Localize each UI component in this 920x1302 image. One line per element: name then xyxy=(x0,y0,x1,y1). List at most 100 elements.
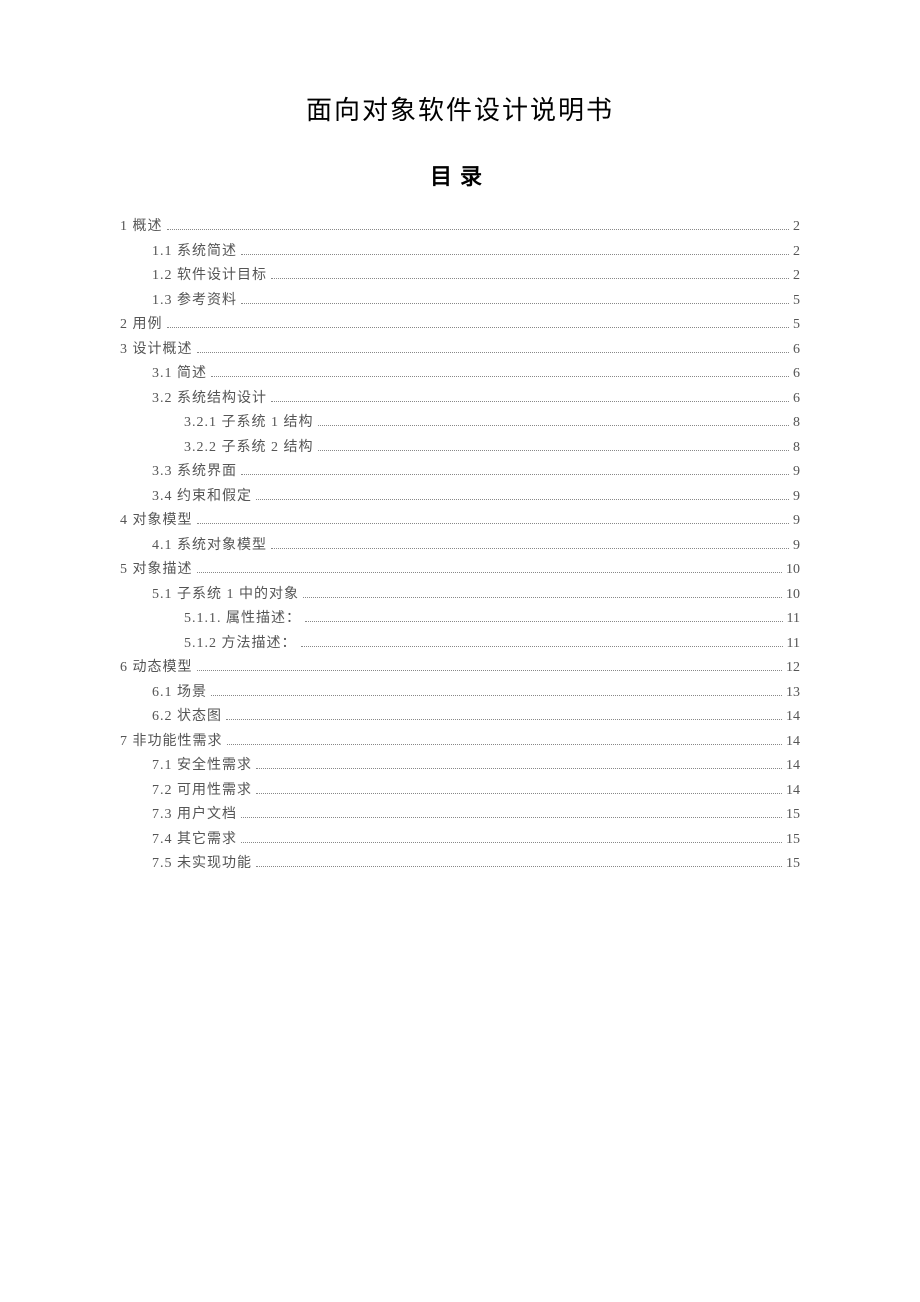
toc-entry[interactable]: 3.3 系统界面9 xyxy=(120,460,800,485)
toc-leader-dots xyxy=(256,768,782,769)
toc-entry-page: 6 xyxy=(793,362,800,387)
toc-leader-dots xyxy=(318,425,790,426)
toc-entry-page: 15 xyxy=(786,852,800,877)
toc-entry[interactable]: 5.1 子系统 1 中的对象 10 xyxy=(120,583,800,608)
toc-entry-page: 9 xyxy=(793,509,800,534)
toc-entry[interactable]: 7.5 未实现功能 15 xyxy=(120,852,800,877)
toc-entry-label: 2 用例 xyxy=(120,313,163,338)
toc-entry-label: 6 动态模型 xyxy=(120,656,193,681)
toc-entry-label: 7.4 其它需求 xyxy=(152,828,237,853)
toc-leader-dots xyxy=(211,695,782,696)
toc-entry-page: 10 xyxy=(786,583,800,608)
toc-entry[interactable]: 7 非功能性需求 14 xyxy=(120,730,800,755)
toc-entry[interactable]: 5 对象描述 10 xyxy=(120,558,800,583)
toc-entry[interactable]: 2 用例 5 xyxy=(120,313,800,338)
toc-entry-label: 1.2 软件设计目标 xyxy=(152,264,267,289)
toc-entry-label: 3.2 系统结构设计 xyxy=(152,387,267,412)
toc-entry[interactable]: 3.2 系统结构设计 6 xyxy=(120,387,800,412)
toc-leader-dots xyxy=(271,278,789,279)
toc-entry[interactable]: 4.1 系统对象模型 9 xyxy=(120,534,800,559)
toc-entry-label: 3.2.1 子系统 1 结构 xyxy=(184,411,314,436)
toc-entry[interactable]: 1 概述 2 xyxy=(120,215,800,240)
toc-entry[interactable]: 3.2.2 子系统 2 结构 8 xyxy=(120,436,800,461)
toc-heading: 目录 xyxy=(120,159,800,191)
toc-entry[interactable]: 5.1.1. 属性描述： 11 xyxy=(120,607,800,632)
toc-entry-page: 2 xyxy=(793,215,800,240)
toc-entry-page: 14 xyxy=(786,705,800,730)
toc-leader-dots xyxy=(211,376,789,377)
toc-entry-label: 5.1 子系统 1 中的对象 xyxy=(152,583,299,608)
toc-entry-page: 8 xyxy=(793,436,800,461)
toc-entry-label: 7.5 未实现功能 xyxy=(152,852,252,877)
toc-entry-label: 6.1 场景 xyxy=(152,681,207,706)
toc-entry-label: 3.2.2 子系统 2 结构 xyxy=(184,436,314,461)
toc-entry[interactable]: 1.2 软件设计目标 2 xyxy=(120,264,800,289)
toc-entry-page: 6 xyxy=(793,387,800,412)
toc-entry[interactable]: 6.2 状态图 14 xyxy=(120,705,800,730)
toc-entry-page: 9 xyxy=(793,460,800,485)
toc-entry-label: 7 非功能性需求 xyxy=(120,730,223,755)
toc-entry[interactable]: 6.1 场景 13 xyxy=(120,681,800,706)
toc-leader-dots xyxy=(301,646,783,647)
toc-entry-page: 6 xyxy=(793,338,800,363)
toc-entry[interactable]: 7.3 用户文档15 xyxy=(120,803,800,828)
toc-entry[interactable]: 5.1.2 方法描述：11 xyxy=(120,632,800,657)
toc-entry[interactable]: 7.4 其它需求 15 xyxy=(120,828,800,853)
toc-leader-dots xyxy=(197,352,790,353)
toc-entry-page: 12 xyxy=(786,656,800,681)
toc-entry-page: 13 xyxy=(786,681,800,706)
toc-entry-label: 3 设计概述 xyxy=(120,338,193,363)
toc-entry-label: 7.2 可用性需求 xyxy=(152,779,252,804)
toc-entry-page: 11 xyxy=(787,607,800,632)
toc-leader-dots xyxy=(197,572,783,573)
toc-leader-dots xyxy=(256,499,789,500)
toc-entry[interactable]: 6 动态模型 12 xyxy=(120,656,800,681)
toc-entry-page: 15 xyxy=(786,803,800,828)
toc-leader-dots xyxy=(241,842,782,843)
toc-leader-dots xyxy=(271,548,789,549)
toc-entry[interactable]: 7.2 可用性需求 14 xyxy=(120,779,800,804)
toc-entry[interactable]: 3.4 约束和假定9 xyxy=(120,485,800,510)
toc-leader-dots xyxy=(167,327,790,328)
toc-leader-dots xyxy=(241,303,789,304)
toc-entry-page: 11 xyxy=(787,632,800,657)
toc-leader-dots xyxy=(197,523,790,524)
toc-leader-dots xyxy=(256,866,782,867)
toc-leader-dots xyxy=(256,793,782,794)
toc-entry-page: 15 xyxy=(786,828,800,853)
toc-entry-label: 6.2 状态图 xyxy=(152,705,222,730)
toc-entry[interactable]: 3.2.1 子系统 1 结构8 xyxy=(120,411,800,436)
toc-entry-page: 14 xyxy=(786,754,800,779)
toc-entry-label: 5 对象描述 xyxy=(120,558,193,583)
toc-entry-page: 5 xyxy=(793,313,800,338)
toc-entry[interactable]: 3.1 简述 6 xyxy=(120,362,800,387)
toc-entry-label: 5.1.1. 属性描述： xyxy=(184,607,301,632)
toc-entry-page: 14 xyxy=(786,730,800,755)
toc-leader-dots xyxy=(241,474,789,475)
toc-entry-page: 9 xyxy=(793,534,800,559)
toc-entry-page: 5 xyxy=(793,289,800,314)
toc-entry-label: 1 概述 xyxy=(120,215,163,240)
toc-entry[interactable]: 1.1 系统简述 2 xyxy=(120,240,800,265)
toc-entry[interactable]: 4 对象模型 9 xyxy=(120,509,800,534)
toc-entry-page: 2 xyxy=(793,240,800,265)
toc-leader-dots xyxy=(303,597,782,598)
toc-entry-page: 2 xyxy=(793,264,800,289)
toc-leader-dots xyxy=(305,621,783,622)
toc-entry-label: 1.1 系统简述 xyxy=(152,240,237,265)
toc-entry-label: 3.4 约束和假定 xyxy=(152,485,252,510)
toc-entry-label: 3.1 简述 xyxy=(152,362,207,387)
toc-entry-label: 7.1 安全性需求 xyxy=(152,754,252,779)
toc-leader-dots xyxy=(271,401,789,402)
toc-entry-label: 4.1 系统对象模型 xyxy=(152,534,267,559)
toc-leader-dots xyxy=(318,450,790,451)
toc-entry-page: 10 xyxy=(786,558,800,583)
toc-entry-page: 14 xyxy=(786,779,800,804)
toc-entry[interactable]: 7.1 安全性需求 14 xyxy=(120,754,800,779)
toc-leader-dots xyxy=(241,254,789,255)
toc-leader-dots xyxy=(197,670,783,671)
toc-entry[interactable]: 3 设计概述 6 xyxy=(120,338,800,363)
toc-entry-label: 4 对象模型 xyxy=(120,509,193,534)
toc-entry[interactable]: 1.3 参考资料5 xyxy=(120,289,800,314)
toc-leader-dots xyxy=(241,817,782,818)
